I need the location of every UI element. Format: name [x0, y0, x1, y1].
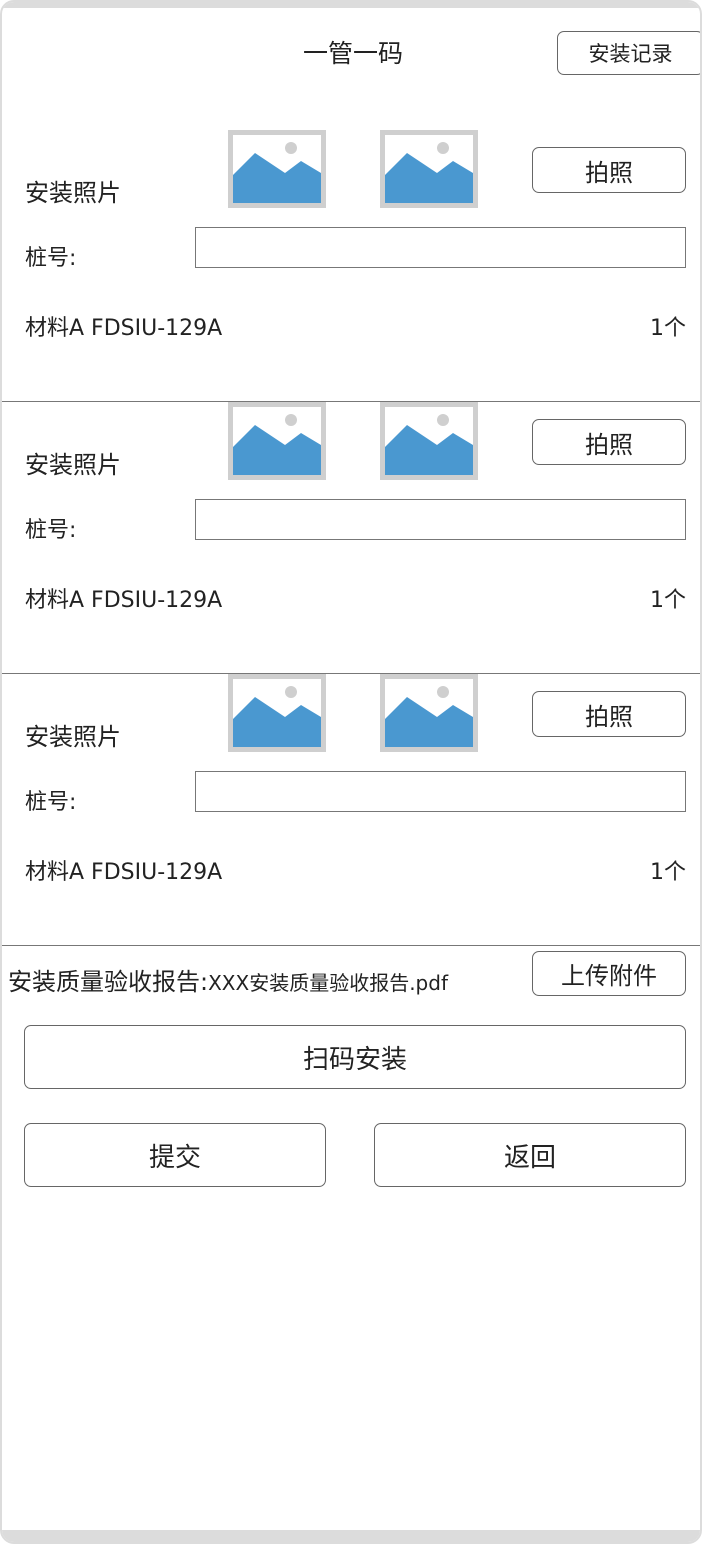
- acceptance-report-label: 安装质量验收报告:: [8, 968, 209, 996]
- pile-number-label: 桩号:: [25, 790, 77, 815]
- photo-thumbnail[interactable]: [228, 130, 326, 208]
- install-photo-label: 安装照片: [25, 723, 121, 751]
- pile-number-input[interactable]: [195, 227, 686, 268]
- pile-number-input[interactable]: [195, 771, 686, 812]
- upload-attachment-button[interactable]: 上传附件: [532, 951, 686, 996]
- pile-number-label: 桩号:: [25, 518, 77, 543]
- material-name: 材料A FDSIU-129A: [25, 316, 223, 341]
- photo-thumbnail[interactable]: [228, 674, 326, 752]
- material-name: 材料A FDSIU-129A: [25, 860, 223, 885]
- scan-install-button[interactable]: 扫码安装: [24, 1025, 686, 1089]
- take-photo-button[interactable]: 拍照: [532, 147, 686, 193]
- photo-thumbnail[interactable]: [380, 130, 478, 208]
- take-photo-button[interactable]: 拍照: [532, 691, 686, 737]
- acceptance-report-file[interactable]: XXX安装质量验收报告.pdf: [208, 971, 448, 995]
- pile-number-label: 桩号:: [25, 246, 77, 271]
- back-button[interactable]: 返回: [374, 1123, 686, 1187]
- material-section-2: 安装照片 拍照 桩号: 材料A FDSIU-129A 1个: [2, 402, 700, 674]
- install-record-button[interactable]: 安装记录: [557, 31, 700, 75]
- submit-button[interactable]: 提交: [24, 1123, 326, 1187]
- image-placeholder-icon: [233, 142, 321, 203]
- install-photo-label: 安装照片: [25, 179, 121, 207]
- acceptance-report-row: 安装质量验收报告:XXX安装质量验收报告.pdf: [8, 962, 448, 997]
- section-divider: [2, 944, 700, 946]
- take-photo-button[interactable]: 拍照: [532, 419, 686, 465]
- bottom-edge: [2, 1530, 700, 1542]
- pile-number-input[interactable]: [195, 499, 686, 540]
- photo-thumbnail[interactable]: [380, 402, 478, 480]
- material-section-1: 安装照片 拍照 桩号: 材料A FDSIU-129A 1个: [2, 130, 700, 402]
- image-placeholder-icon: [385, 142, 473, 203]
- material-section-3: 安装照片 拍照 桩号: 材料A FDSIU-129A 1个: [2, 674, 700, 946]
- photo-thumbnail[interactable]: [380, 674, 478, 752]
- image-placeholder-icon: [385, 414, 473, 475]
- image-placeholder-icon: [385, 686, 473, 747]
- image-placeholder-icon: [233, 414, 321, 475]
- material-quantity: 1个: [650, 588, 686, 613]
- top-edge: [2, 2, 700, 8]
- image-placeholder-icon: [233, 686, 321, 747]
- photo-thumbnail[interactable]: [228, 402, 326, 480]
- material-name: 材料A FDSIU-129A: [25, 588, 223, 613]
- material-quantity: 1个: [650, 316, 686, 341]
- install-photo-label: 安装照片: [25, 451, 121, 479]
- material-quantity: 1个: [650, 860, 686, 885]
- app-frame: 一管一码 安装记录 安装照片 拍照 桩号: 材料A FDSIU-129A 1个 …: [0, 0, 702, 1544]
